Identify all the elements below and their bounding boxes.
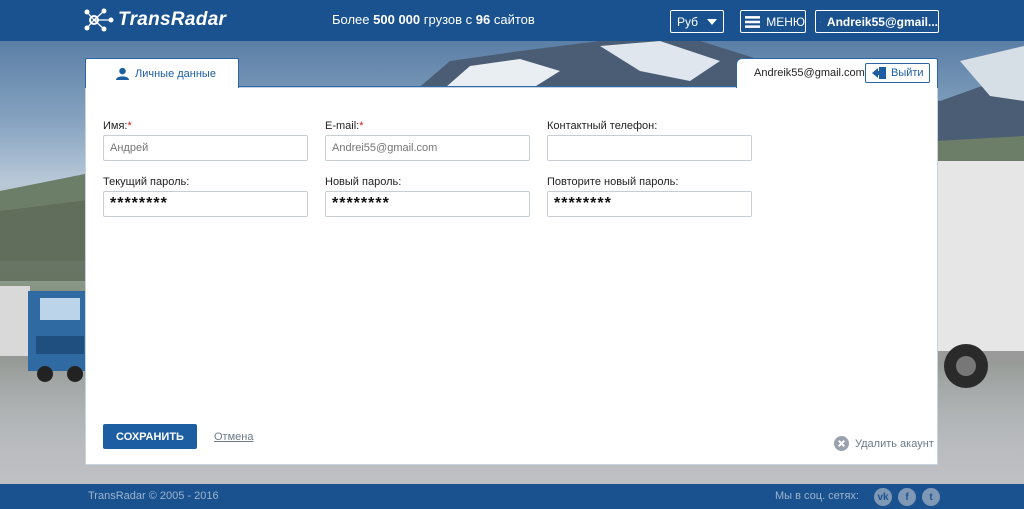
close-circle-icon [834,436,849,451]
phone-label: Контактный телефон: [547,120,658,132]
name-label: Имя:* [103,120,132,132]
save-button[interactable]: СОХРАНИТЬ [103,424,197,449]
current-password-label: Текущий пароль: [103,176,190,188]
email-label: E-mail:* [325,120,364,132]
user-label: Andreik55@gmail... [826,14,938,29]
name-field[interactable] [103,135,308,161]
repeat-password-label: Повторите новый пароль: [547,176,679,188]
tagline-middle: грузов с [420,12,476,27]
tagline-count-cargo: 500 000 [373,12,421,27]
phone-field[interactable] [547,135,752,161]
delete-account-label: Удалить акаунт [855,437,934,450]
tab-personal-label: Личные данные [135,67,216,80]
facebook-icon[interactable]: f [898,488,916,506]
top-header: TransRadar Более 500 000 грузов с 96 сай… [0,0,1024,41]
user-icon [116,67,129,80]
logout-button[interactable]: Выйти [865,63,930,83]
tab-personal-data[interactable]: Личные данные [85,58,239,88]
tab-divider-line [239,86,749,87]
chevron-down-icon [707,19,717,25]
email-label-text: E-mail: [325,120,360,132]
current-password-field[interactable] [103,191,308,217]
tagline-suffix: сайтов [490,12,535,27]
email-field[interactable] [325,135,530,161]
footer: TransRadar © 2005 - 2016 Мы в соц. сетях… [0,484,1024,509]
required-mark: * [359,120,364,132]
tagline-count-sites: 96 [475,12,491,27]
user-account-button[interactable]: Andreik55@gmail... [815,10,939,33]
tagline-prefix: Более [332,12,374,27]
user-icon [820,21,821,22]
hamburger-icon [745,15,761,28]
account-email: Andreik55@gmail.com [754,67,865,79]
cancel-link[interactable]: Отмена [214,431,253,443]
required-mark: * [127,120,132,132]
copyright: TransRadar © 2005 - 2016 [88,490,219,502]
logout-icon [872,67,886,79]
vk-icon[interactable]: vk [874,488,892,506]
new-password-label: Новый пароль: [325,176,402,188]
repeat-password-field[interactable] [547,191,752,217]
truck-right-illustration [936,161,1024,388]
new-password-field[interactable] [325,191,530,217]
logout-label: Выйти [891,67,924,79]
logo-network-icon [84,8,114,32]
currency-value: Руб [677,14,699,29]
menu-label: МЕНЮ [766,14,805,29]
delete-account-link[interactable]: Удалить акаунт [834,436,934,451]
currency-select[interactable]: Руб [670,10,724,33]
logo-text: TransRadar [118,9,227,30]
twitter-icon[interactable]: t [922,488,940,506]
menu-button[interactable]: МЕНЮ [740,10,806,33]
truck-left-illustration [0,286,86,382]
social-label: Мы в соц. сетях: [775,490,859,502]
name-label-text: Имя: [103,120,128,132]
logo[interactable]: TransRadar [84,7,226,33]
tagline: Более 500 000 грузов с 96 сайтов [332,12,535,27]
